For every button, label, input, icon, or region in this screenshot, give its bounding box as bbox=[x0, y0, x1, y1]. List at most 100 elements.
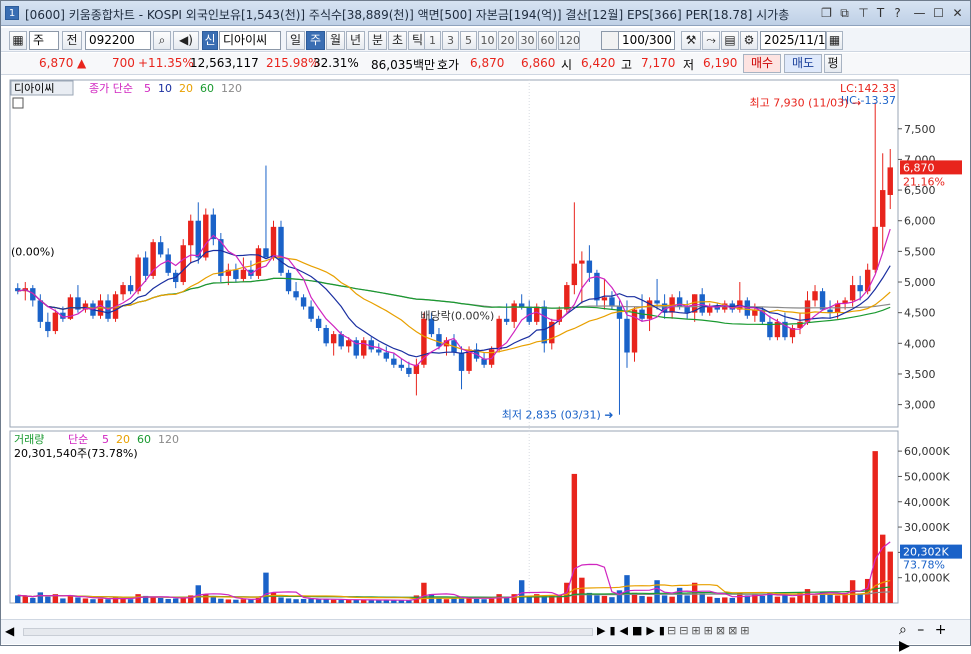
scroll-left-icon[interactable]: ◀ bbox=[5, 624, 14, 638]
calendar-icon[interactable]: ▦ bbox=[826, 31, 843, 50]
save-icon[interactable]: ▤ bbox=[721, 31, 739, 50]
volume-bar bbox=[45, 596, 51, 603]
period-tab-0[interactable]: 일 bbox=[286, 31, 305, 50]
volume-bar bbox=[203, 594, 209, 603]
flat-button[interactable]: 평 bbox=[824, 54, 842, 73]
interval-number-60[interactable]: 60 bbox=[538, 31, 557, 50]
candle-body bbox=[398, 364, 405, 368]
candle-body bbox=[52, 312, 59, 332]
help-icon[interactable]: ? bbox=[890, 5, 905, 21]
chart-area[interactable]: 7,500 7,000 6,500 6,000 5,500 5,000 4,500 4,000… bbox=[1, 77, 970, 616]
candle-body bbox=[684, 306, 690, 313]
chart-svg[interactable]: 7,5007,0006,5006,0005,5005,0004,5004,000… bbox=[1, 77, 970, 616]
volume-bar bbox=[827, 594, 833, 603]
stock-code-input[interactable]: 092200 bbox=[85, 31, 151, 50]
volume-bar bbox=[834, 595, 841, 603]
gear-icon[interactable]: ⚙ bbox=[740, 31, 758, 50]
trend-icon[interactable]: ⤳ bbox=[702, 31, 720, 50]
interval-number-10[interactable]: 10 bbox=[478, 31, 497, 50]
window-number-badge: 1 bbox=[5, 6, 19, 20]
period-tab-3[interactable]: 년 bbox=[346, 31, 365, 50]
scroll-bar[interactable]: ◀ ▶▮◀■▶▮ ⊟⊟⊞⊞⊠⊠⊞ ⌕ – + ▶ bbox=[1, 619, 970, 654]
candle-body bbox=[654, 300, 660, 304]
period-tab-2[interactable]: 월 bbox=[326, 31, 345, 50]
volume-bar bbox=[616, 590, 623, 603]
interval-number-20[interactable]: 20 bbox=[498, 31, 517, 50]
date-input[interactable]: 2025/11/17 bbox=[760, 31, 833, 50]
maximize-icon[interactable]: ☐ bbox=[931, 5, 946, 21]
volume-bar bbox=[165, 598, 171, 603]
interval-number-120[interactable]: 120 bbox=[558, 31, 580, 50]
ma-period-10: 10 bbox=[158, 82, 172, 95]
volume-bar bbox=[195, 585, 201, 603]
period-tab-1[interactable]: 주 bbox=[306, 31, 325, 50]
pin-icon[interactable]: ⊤ bbox=[856, 5, 871, 21]
volume-bar bbox=[421, 582, 427, 603]
zoom-controls[interactable]: ⌕ – + ▶ bbox=[899, 622, 970, 654]
candle-body bbox=[157, 242, 164, 255]
volume-bar bbox=[300, 598, 307, 603]
candle-body bbox=[488, 349, 495, 365]
buy-button[interactable]: 매수 bbox=[743, 54, 781, 73]
copy-icon[interactable]: ⧉ bbox=[837, 5, 852, 21]
vol-ma-period-20: 20 bbox=[116, 433, 130, 446]
interval-number-1[interactable]: 1 bbox=[424, 31, 441, 50]
volume-axis-label: 50,000K bbox=[904, 470, 950, 483]
volume-bar bbox=[669, 596, 675, 603]
minimize-icon[interactable]: — bbox=[912, 5, 927, 21]
candle-body bbox=[406, 367, 412, 374]
market-select[interactable]: 주 bbox=[29, 31, 59, 50]
layout-icon[interactable]: ▦ bbox=[9, 31, 27, 50]
volume-bar bbox=[451, 598, 457, 603]
tools-icon[interactable]: ⚒ bbox=[681, 31, 701, 50]
playback-controls[interactable]: ▶▮◀■▶▮ bbox=[597, 624, 669, 637]
data-count-field[interactable]: 100/300 bbox=[618, 31, 675, 50]
search-icon[interactable]: ⌕ bbox=[153, 31, 171, 50]
window-title: [0600] 키움종합차트 - KOSPI 외국인보유[1,543(천)] 주식… bbox=[25, 8, 790, 22]
volume-bar bbox=[594, 595, 600, 603]
candle-body bbox=[458, 352, 465, 371]
candle-body bbox=[361, 340, 367, 356]
volume-bar bbox=[383, 600, 390, 603]
price-axis-label: 3,500 bbox=[904, 368, 936, 381]
candle-body bbox=[609, 297, 615, 307]
volume-bar bbox=[67, 595, 74, 603]
speaker-icon[interactable]: ◀) bbox=[173, 31, 199, 50]
volume-bar bbox=[60, 598, 66, 603]
volume-bar bbox=[872, 451, 878, 603]
candle-body bbox=[601, 297, 608, 301]
period-tab-5[interactable]: 초 bbox=[388, 31, 407, 50]
period-tab-4[interactable]: 분 bbox=[368, 31, 387, 50]
ask-price: 6,870 bbox=[470, 56, 505, 70]
candle-body bbox=[45, 321, 51, 332]
volume-bar bbox=[714, 597, 720, 603]
scroll-track[interactable] bbox=[23, 628, 593, 636]
volume-bar bbox=[173, 598, 179, 603]
volume-bar bbox=[345, 599, 352, 603]
trade-amount: 86,035백만 bbox=[371, 58, 436, 72]
volume-bar bbox=[240, 599, 247, 603]
interval-number-3[interactable]: 3 bbox=[442, 31, 459, 50]
volume-bar bbox=[127, 599, 134, 603]
candle-body bbox=[330, 334, 337, 344]
x-label-2025: 2025 bbox=[531, 603, 559, 605]
price-axis-label: 4,500 bbox=[904, 307, 936, 320]
price-axis-label: 5,000 bbox=[904, 276, 936, 289]
candle-body bbox=[188, 220, 194, 246]
candle-body bbox=[270, 226, 277, 258]
volume-bar bbox=[75, 597, 81, 603]
candle-body bbox=[849, 285, 856, 301]
interval-number-30[interactable]: 30 bbox=[518, 31, 537, 50]
volume-bar bbox=[308, 598, 314, 603]
interval-number-5[interactable]: 5 bbox=[460, 31, 477, 50]
hoga-label: 호가 bbox=[437, 58, 460, 72]
zoom-tools[interactable]: ⊟⊟⊞⊞⊠⊠⊞ bbox=[667, 624, 753, 637]
sell-button[interactable]: 매도 bbox=[784, 54, 822, 73]
price-axis-label: 4,000 bbox=[904, 337, 936, 350]
candle-body bbox=[586, 260, 593, 273]
volume-bar bbox=[135, 594, 141, 603]
font-icon[interactable]: T bbox=[873, 5, 888, 21]
restore-icon[interactable]: ❐ bbox=[819, 5, 834, 21]
close-icon[interactable]: ✕ bbox=[950, 5, 965, 21]
range-button[interactable]: 전 bbox=[62, 31, 82, 50]
